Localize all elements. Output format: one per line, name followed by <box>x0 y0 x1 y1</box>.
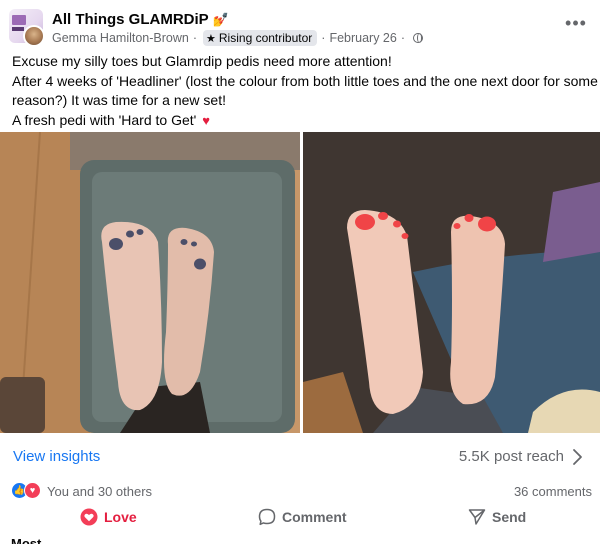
post-header: All Things GLAMRDiP 💅 Gemma Hamilton-Brow… <box>0 0 600 50</box>
photo-grid <box>0 132 600 433</box>
post-date[interactable]: February 26 <box>329 31 396 45</box>
heart-icon <box>80 508 98 526</box>
send-label: Send <box>492 509 527 525</box>
globe-icon <box>413 33 424 43</box>
insights-row: View insights 5.5K post reach <box>0 440 600 472</box>
group-name[interactable]: All Things GLAMRDiP <box>52 11 209 28</box>
reactions-row: 👍 ♥ You and 30 others 36 comments <box>0 478 600 502</box>
red-heart-icon: ♥ <box>202 112 210 128</box>
photo-right[interactable] <box>303 132 600 433</box>
send-icon <box>468 509 486 525</box>
author-avatar[interactable] <box>23 25 45 47</box>
nail-polish-icon: 💅 <box>212 12 229 27</box>
view-insights-link[interactable]: View insights <box>13 448 100 465</box>
post-text-line: Excuse my silly toes but Glamrdip pedis … <box>12 53 392 69</box>
more-options-button[interactable]: ••• <box>562 13 590 39</box>
comment-button[interactable]: Comment <box>258 508 347 526</box>
chevron-right-icon[interactable] <box>570 448 584 466</box>
post-text-line: After 4 weeks of 'Headliner' (lost the c… <box>12 72 598 89</box>
post-text-line: A fresh pedi with 'Hard to Get' ♥ <box>12 111 592 131</box>
post-meta: Gemma Hamilton-Brown · ★ Rising contribu… <box>52 30 424 46</box>
star-icon: ★ <box>206 32 216 45</box>
love-label: Love <box>104 509 137 525</box>
reactions-summary[interactable]: You and 30 others <box>47 484 152 499</box>
love-reaction-icon: ♥ <box>24 482 41 499</box>
badge-label: Rising contributor <box>218 31 313 45</box>
photo-left[interactable] <box>0 132 300 433</box>
reaction-icons[interactable]: 👍 ♥ <box>11 482 43 500</box>
post-text: Excuse my silly toes but Glamrdip pedis … <box>12 52 598 131</box>
author-name[interactable]: Gemma Hamilton-Brown <box>52 31 189 45</box>
love-button[interactable]: Love <box>80 508 137 526</box>
action-bar: Love Comment Send <box>0 504 600 532</box>
send-button[interactable]: Send <box>468 508 526 526</box>
comments-count[interactable]: 36 comments <box>514 484 592 499</box>
comment-icon <box>258 508 276 526</box>
contributor-badge[interactable]: ★ Rising contributor <box>203 30 318 46</box>
comments-sort-label[interactable]: Most relevant <box>11 537 81 544</box>
post-reach[interactable]: 5.5K post reach <box>459 448 564 465</box>
group-name-link[interactable]: All Things GLAMRDiP 💅 <box>52 11 229 28</box>
post-text-line: reason?) It was time for a new set! <box>12 92 226 108</box>
comment-label: Comment <box>282 509 347 525</box>
